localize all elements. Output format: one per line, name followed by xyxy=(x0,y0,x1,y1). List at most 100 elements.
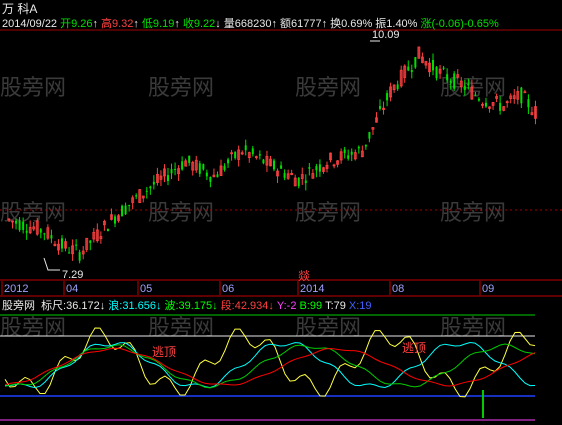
candle-body xyxy=(485,102,487,107)
candle-body xyxy=(106,229,109,232)
indicator-param-4: Y:-2 xyxy=(276,300,297,312)
candle-body xyxy=(39,229,42,233)
watermark-text: 股旁网 xyxy=(148,201,214,226)
candle-body xyxy=(297,177,300,187)
x-tick-label: 09 xyxy=(482,283,494,295)
candle-body xyxy=(152,181,155,185)
candle-body xyxy=(368,132,371,139)
date-axis: 2012 04 05 06 2014 08 09 xyxy=(1,281,494,295)
candle-body xyxy=(442,67,445,69)
watermark-text: 股旁网 xyxy=(295,316,361,341)
candle-body xyxy=(89,240,92,243)
candle-body xyxy=(364,144,367,147)
candle-body xyxy=(435,66,438,79)
watermark-text: 股旁网 xyxy=(440,316,506,341)
candle-body xyxy=(205,172,208,177)
candle-body xyxy=(170,169,173,174)
indicator-param-3: 段:42.934↓ xyxy=(220,300,274,312)
candle-body xyxy=(379,106,381,109)
candle-body xyxy=(251,148,254,155)
candle-body xyxy=(414,57,417,68)
candle-body xyxy=(22,221,25,230)
candle-body xyxy=(15,220,18,224)
candle-body xyxy=(223,165,226,170)
candle-body xyxy=(198,163,201,174)
candle-body xyxy=(315,166,318,171)
candle-body xyxy=(128,204,131,206)
candle-body xyxy=(347,155,350,159)
watermark-text: 股旁网 xyxy=(295,76,361,101)
candle-body xyxy=(446,74,449,81)
candle-body xyxy=(357,146,360,149)
indicator-param-5: B:99 xyxy=(299,300,323,312)
candle-body xyxy=(78,252,81,261)
candle-body xyxy=(216,174,219,178)
candle-body xyxy=(453,73,456,89)
candle-body xyxy=(68,252,71,254)
candle-body xyxy=(262,159,265,164)
watermark-text: 股旁网 xyxy=(295,201,361,226)
candle-body xyxy=(499,102,502,111)
x-tick-label: 05 xyxy=(140,283,152,295)
candle-body xyxy=(188,155,191,163)
candle-body xyxy=(43,233,46,235)
candle-body xyxy=(449,80,452,83)
x-tick-label: 04 xyxy=(66,283,78,295)
indicator-param-7: X:19 xyxy=(348,300,372,312)
candle-body xyxy=(124,205,127,215)
watermark-text: 股旁网 xyxy=(148,76,214,101)
candle-body xyxy=(463,85,466,91)
candle-body xyxy=(18,220,21,231)
candle-body xyxy=(410,70,413,73)
candle-body xyxy=(474,94,477,96)
indicator-name: 股旁网 xyxy=(2,300,35,312)
escape-label-1: 逃顶 xyxy=(152,345,176,359)
candle-body xyxy=(167,175,169,182)
candle-body xyxy=(181,161,184,170)
candle-body xyxy=(304,180,307,184)
watermark-text: 股旁网 xyxy=(148,316,214,341)
x-tick-label: 2014 xyxy=(300,283,324,295)
candle-body xyxy=(432,59,434,71)
kline-chart[interactable]: 股旁网 股旁网 股旁网 股旁网股旁网 股旁网 股旁网 股旁网股旁网 股旁网 股旁网 股旁网 10.… xyxy=(0,0,562,425)
escape-label-2: 逃顶 xyxy=(402,341,426,355)
candle-body xyxy=(234,151,237,159)
candle-body xyxy=(149,186,152,189)
price-annotations: 10.09 7.29 燚 xyxy=(43,29,400,283)
watermark-text: 股旁网 xyxy=(0,316,66,341)
candle-body xyxy=(75,244,78,246)
candle-body xyxy=(467,83,470,86)
indicator-params: 标尺:36.172↓ 浪:31.656↓ 波:39.175↓ 段:42.934↓ Y:-… xyxy=(41,300,374,312)
candle-body xyxy=(386,93,389,101)
candle-body xyxy=(258,154,261,156)
event-label: 燚 xyxy=(298,269,310,283)
candle-body xyxy=(244,145,247,151)
candle-body xyxy=(308,167,311,169)
indicator-param-1: 浪:31.656↓ xyxy=(108,300,162,312)
candle-body xyxy=(145,190,148,192)
candle-body xyxy=(477,98,480,101)
candle-body xyxy=(396,84,399,90)
candle-body xyxy=(174,168,177,170)
candle-body xyxy=(227,159,230,164)
candle-body xyxy=(50,235,53,239)
watermark-text: 股旁网 xyxy=(0,76,66,101)
candle-body xyxy=(61,238,63,249)
indicator-legend: 股旁网 标尺:36.172↓ 浪:31.656↓ 波:39.175↓ 段:42.934… xyxy=(2,297,378,312)
candle-body xyxy=(318,164,321,172)
candle-body xyxy=(114,216,116,224)
candle-body xyxy=(283,172,286,178)
candle-body xyxy=(343,149,346,154)
candle-body xyxy=(121,205,124,217)
x-tick-label: 2012 xyxy=(4,283,28,295)
candle-body xyxy=(527,99,530,108)
candle-body xyxy=(135,195,138,197)
candle-body xyxy=(202,164,205,170)
x-tick-label: 06 xyxy=(222,283,234,295)
high-marker-label: 10.09 xyxy=(372,29,400,41)
candle-body xyxy=(273,160,275,170)
watermark-text: 股旁网 xyxy=(440,201,506,226)
candle-body xyxy=(209,176,212,182)
indicator-param-0: 标尺:36.172↓ xyxy=(41,300,106,312)
x-tick-label: 08 xyxy=(392,283,404,295)
